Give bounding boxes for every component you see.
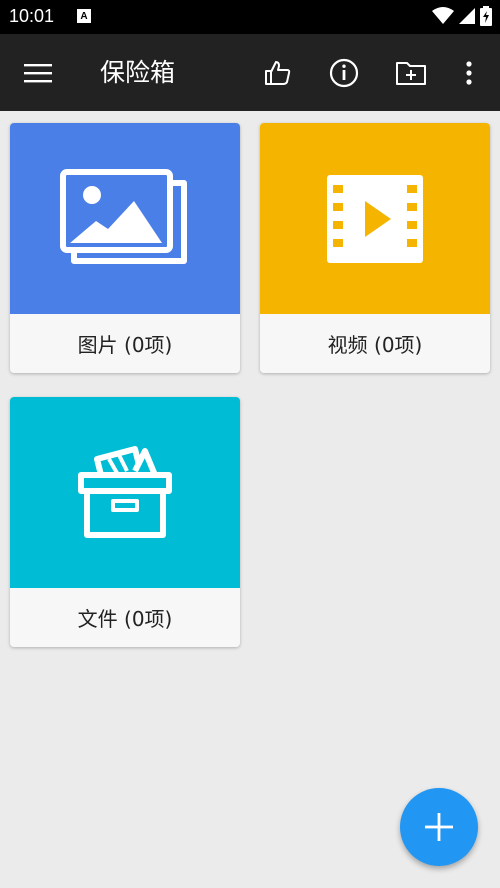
- status-time: 10:01: [9, 6, 55, 26]
- vault-card-files-art: [10, 397, 240, 588]
- thumbs-up-icon[interactable]: [258, 34, 298, 111]
- vault-card-images-label: 图片 (0项): [77, 333, 173, 357]
- vault-card-images-art: [10, 123, 240, 314]
- plus-icon: [425, 813, 453, 841]
- archive-box-icon: [78, 445, 172, 538]
- page-title: 保险箱: [100, 58, 176, 87]
- video-film-icon: [327, 174, 423, 263]
- vault-card-files[interactable]: 文件 (0项): [10, 397, 240, 647]
- new-folder-icon[interactable]: [390, 34, 432, 111]
- battery-icon: [480, 6, 492, 26]
- signal-icon: [459, 8, 475, 24]
- status-icons: [432, 6, 492, 26]
- add-button[interactable]: [400, 788, 478, 866]
- images-icon: [60, 168, 187, 264]
- vault-card-videos-art: [260, 123, 490, 314]
- vault-card-videos[interactable]: 视频 (0项): [260, 123, 490, 373]
- app-bar: 保险箱: [0, 34, 500, 111]
- notification-badge: A: [77, 9, 91, 23]
- vault-card-images[interactable]: 图片 (0项): [10, 123, 240, 373]
- info-icon[interactable]: [324, 34, 364, 111]
- vault-card-files-label: 文件 (0项): [77, 607, 173, 631]
- wifi-icon: [432, 7, 454, 24]
- menu-icon[interactable]: [18, 34, 58, 111]
- more-vert-icon[interactable]: [458, 34, 480, 111]
- status-bar: 10:01 A: [0, 0, 500, 34]
- vault-card-videos-label: 视频 (0项): [327, 333, 423, 357]
